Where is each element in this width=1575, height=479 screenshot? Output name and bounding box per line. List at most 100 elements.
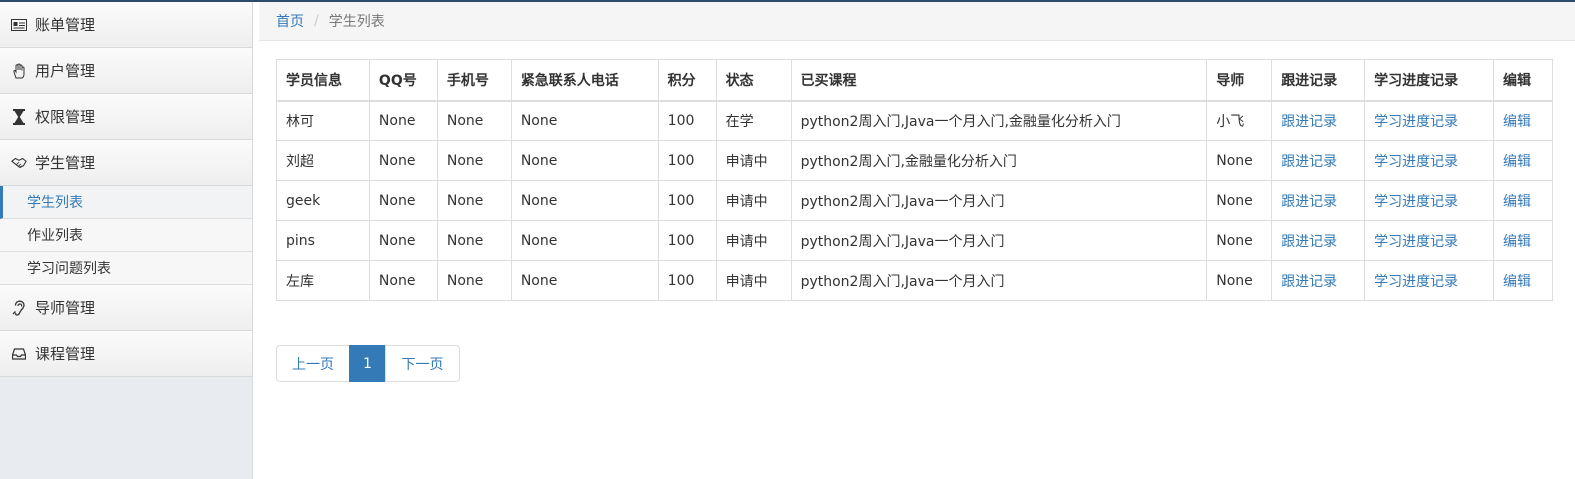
edit-link[interactable]: 编辑 [1503,274,1531,290]
table-row: pins None None None 100 申请中 python2周入门,J… [276,220,1553,261]
breadcrumb-home-link[interactable]: 首页 [276,11,304,31]
cell-status: 申请中 [715,180,792,221]
followup-link[interactable]: 跟进记录 [1281,114,1337,130]
col-header-score: 积分 [657,59,717,102]
cell-tutor: None [1206,180,1273,221]
main-content: 首页 / 学生列表 学员信息 QQ号 手机号 紧急联系人电话 积分 状态 已买课… [259,2,1575,479]
cell-phone: None [436,180,512,221]
hand-icon [11,62,27,79]
col-header-qq: QQ号 [368,59,438,102]
progress-link[interactable]: 学习进度记录 [1374,274,1458,290]
cell-phone: None [436,220,512,261]
page-number-button[interactable]: 1 [349,345,386,382]
cell-courses: python2周入门,Java一个月入门 [790,180,1208,221]
pagination: 上一页 1 下一页 [276,345,460,382]
cell-phone: None [436,100,512,141]
next-page-button[interactable]: 下一页 [385,345,460,382]
cell-score: 100 [657,180,717,221]
progress-link[interactable]: 学习进度记录 [1374,154,1458,170]
menu-students-label: 学生管理 [35,154,96,172]
cell-courses: python2周入门,Java一个月入门,金融量化分析入门 [790,100,1208,141]
edit-link[interactable]: 编辑 [1503,194,1531,210]
cell-student-name: 左库 [276,260,370,301]
cell-phone: None [436,260,512,301]
menu-users[interactable]: 用户管理 [0,48,252,94]
cell-courses: python2周入门,金融量化分析入门 [790,140,1208,181]
menu-billing[interactable]: 账单管理 [0,2,252,48]
menu-students[interactable]: 学生管理 [0,140,252,186]
cell-score: 100 [657,220,717,261]
menu-tutors-label: 导师管理 [35,299,96,317]
handshake-icon [11,155,27,171]
sidebar: 账单管理 用户管理 权限管理 学生管理 学生列表 作业列表 学习问题列表 导师管… [0,2,253,479]
edit-link[interactable]: 编辑 [1503,154,1531,170]
cell-tutor: None [1206,220,1273,261]
progress-link[interactable]: 学习进度记录 [1374,114,1458,130]
prev-page-button[interactable]: 上一页 [276,345,350,382]
menu-users-label: 用户管理 [35,62,96,80]
edit-link[interactable]: 编辑 [1503,234,1531,250]
col-header-phone: 手机号 [436,59,512,102]
followup-link[interactable]: 跟进记录 [1281,194,1337,210]
hourglass-icon [11,108,27,125]
cell-courses: python2周入门,Java一个月入门 [790,220,1208,261]
col-header-edit: 编辑 [1493,59,1553,102]
table-header-row: 学员信息 QQ号 手机号 紧急联系人电话 积分 状态 已买课程 导师 跟进记录 … [276,59,1553,102]
cell-qq: None [368,220,438,261]
cell-courses: python2周入门,Java一个月入门 [790,260,1208,301]
cell-tutor: None [1206,260,1273,301]
menu-billing-label: 账单管理 [35,16,96,34]
ear-icon [11,300,27,316]
table-row: 林可 None None None 100 在学 python2周入门,Java… [276,100,1553,141]
col-header-emergency-phone: 紧急联系人电话 [510,59,659,102]
cell-tutor: 小飞 [1206,100,1273,141]
cell-score: 100 [657,100,717,141]
sub-item-student-list[interactable]: 学生列表 [0,186,252,219]
cell-status: 申请中 [715,260,792,301]
followup-link[interactable]: 跟进记录 [1281,274,1337,290]
menu-permissions-label: 权限管理 [35,108,96,126]
id-card-icon [11,17,27,33]
progress-link[interactable]: 学习进度记录 [1374,234,1458,250]
col-header-followup: 跟进记录 [1271,59,1366,102]
cell-emergency-phone: None [510,140,659,181]
cell-status: 在学 [715,100,792,141]
cell-student-name: 林可 [276,100,370,141]
cell-phone: None [436,140,512,181]
col-header-student: 学员信息 [276,59,370,102]
cell-status: 申请中 [715,220,792,261]
inbox-icon [11,346,27,362]
cell-qq: None [368,260,438,301]
col-header-tutor: 导师 [1206,59,1273,102]
breadcrumb-current: 学生列表 [328,14,385,30]
breadcrumb-separator: / [314,13,319,29]
cell-emergency-phone: None [510,180,659,221]
sub-item-homework-list[interactable]: 作业列表 [0,219,252,252]
cell-emergency-phone: None [510,260,659,301]
edit-link[interactable]: 编辑 [1503,114,1531,130]
cell-tutor: None [1206,140,1273,181]
cell-score: 100 [657,260,717,301]
col-header-progress: 学习进度记录 [1364,59,1494,102]
cell-emergency-phone: None [510,220,659,261]
col-header-courses: 已买课程 [790,59,1208,102]
cell-status: 申请中 [715,140,792,181]
students-submenu: 学生列表 作业列表 学习问题列表 [0,186,252,285]
cell-student-name: geek [276,180,370,221]
menu-permissions[interactable]: 权限管理 [0,94,252,140]
cell-student-name: 刘超 [276,140,370,181]
cell-qq: None [368,140,438,181]
progress-link[interactable]: 学习进度记录 [1374,194,1458,210]
menu-tutors[interactable]: 导师管理 [0,285,252,331]
col-header-status: 状态 [715,59,792,102]
sub-item-question-list[interactable]: 学习问题列表 [0,252,252,285]
table-row: 刘超 None None None 100 申请中 python2周入门,金融量… [276,140,1553,181]
menu-courses-label: 课程管理 [35,345,96,363]
table-row: 左库 None None None 100 申请中 python2周入门,Jav… [276,260,1553,301]
breadcrumb: 首页 / 学生列表 [259,2,1575,41]
menu-courses[interactable]: 课程管理 [0,331,252,377]
followup-link[interactable]: 跟进记录 [1281,154,1337,170]
followup-link[interactable]: 跟进记录 [1281,234,1337,250]
cell-score: 100 [657,140,717,181]
table-row: geek None None None 100 申请中 python2周入门,J… [276,180,1553,221]
